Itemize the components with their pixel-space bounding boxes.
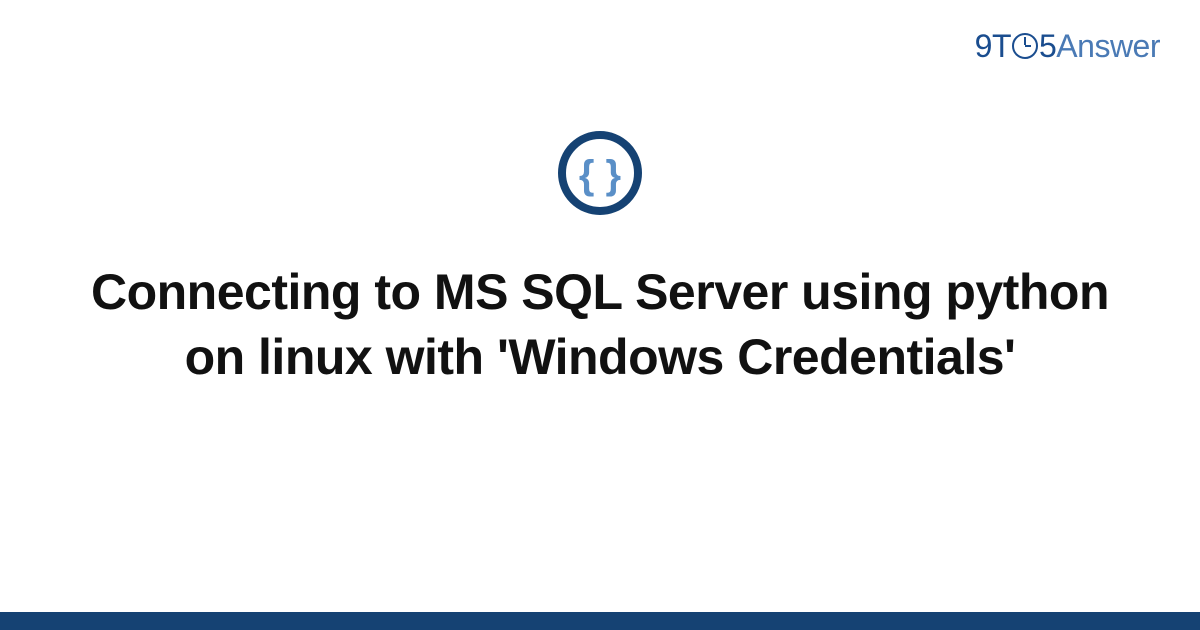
svg-text:{ }: { } <box>579 153 621 197</box>
logo-answer: Answer <box>1056 28 1160 64</box>
logo-t: T <box>992 28 1011 64</box>
site-logo: 9T5Answer <box>975 28 1160 65</box>
code-braces-icon: { } <box>557 130 643 216</box>
page-title: Connecting to MS SQL Server using python… <box>60 260 1140 390</box>
clock-icon <box>1012 33 1038 59</box>
logo-five: 5 <box>1039 28 1056 64</box>
footer-accent-bar <box>0 612 1200 630</box>
logo-nine: 9 <box>975 28 992 64</box>
